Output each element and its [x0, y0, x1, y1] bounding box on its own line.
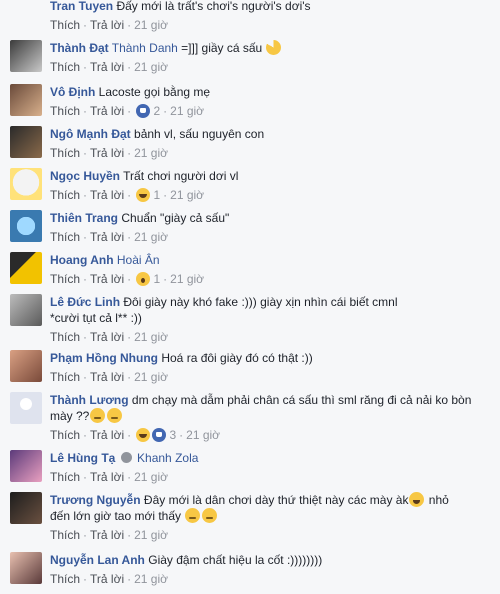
- avatar[interactable]: [10, 252, 42, 284]
- like-button[interactable]: Thích: [50, 146, 80, 160]
- wow-reaction-icon[interactable]: [136, 272, 151, 286]
- comment-author[interactable]: Ngô Mạnh Đạt: [50, 127, 131, 141]
- avatar[interactable]: [10, 294, 42, 326]
- avatar[interactable]: [10, 168, 42, 200]
- mention-tag[interactable]: Hoài Ân: [117, 253, 160, 267]
- like-button[interactable]: Thích: [50, 428, 80, 442]
- like-button[interactable]: Thích: [50, 528, 80, 542]
- comment-time[interactable]: 21 giờ: [134, 330, 168, 344]
- reaction-count[interactable]: 1: [153, 188, 160, 202]
- thinking-emoji-icon: [90, 408, 106, 423]
- like-reaction-icon[interactable]: [152, 428, 167, 442]
- avatar[interactable]: [10, 552, 42, 584]
- comment-time[interactable]: 21 giờ: [134, 370, 168, 384]
- like-button[interactable]: Thích: [50, 370, 80, 384]
- comment-text-continued: *cười tụt cả l** :)): [50, 311, 142, 325]
- comment-text: Đôi giày này khó fake :))) giày xịn nhìn…: [123, 295, 398, 309]
- comment-author[interactable]: Thành Đạt: [50, 41, 109, 55]
- avatar[interactable]: [10, 350, 42, 382]
- comment-time[interactable]: 21 giờ: [134, 528, 168, 542]
- comment-text: Đấy mới là trất's chơi's người's dơi's: [116, 0, 311, 13]
- comment-author[interactable]: Vô Định: [50, 85, 95, 99]
- comment-author[interactable]: Hoang Anh: [50, 253, 114, 267]
- haha-reaction-icon[interactable]: [136, 428, 151, 442]
- reply-button[interactable]: Trả lời: [90, 470, 124, 484]
- reply-button[interactable]: Trả lời: [90, 60, 124, 74]
- like-button[interactable]: Thích: [50, 104, 80, 118]
- reply-button[interactable]: Trả lời: [90, 230, 124, 244]
- comment-text: Trất chơi người dơi vl: [123, 169, 239, 183]
- comment-author[interactable]: Thiên Trang: [50, 211, 118, 225]
- comment-text: dm chạy mà dẫm phải chân cá sấu thì sml …: [131, 393, 472, 407]
- avatar[interactable]: [10, 126, 42, 158]
- avatar[interactable]: [10, 210, 42, 242]
- comment-text: bảnh vl, sấu nguyên con: [134, 127, 265, 141]
- reaction-count[interactable]: 1: [153, 272, 160, 286]
- avatar[interactable]: [10, 392, 42, 424]
- comment-author[interactable]: Lê Hùng Tạ: [50, 451, 115, 465]
- comment-author[interactable]: Thành Lương: [50, 393, 129, 407]
- avatar[interactable]: [10, 492, 42, 524]
- haha-reaction-icon[interactable]: [136, 188, 151, 202]
- reply-button[interactable]: Trả lời: [90, 146, 124, 160]
- tag-icon: [120, 452, 132, 463]
- like-button[interactable]: Thích: [50, 18, 80, 32]
- comment-time[interactable]: 21 giờ: [134, 470, 168, 484]
- like-button[interactable]: Thích: [50, 572, 80, 586]
- comment-text: Hoá ra đôi giày đó có thật :)): [161, 351, 313, 365]
- reaction-count[interactable]: 2: [153, 104, 160, 118]
- like-button[interactable]: Thích: [50, 272, 80, 286]
- grin-emoji-icon: [409, 492, 425, 507]
- comment-time[interactable]: 21 giờ: [134, 146, 168, 160]
- reply-button[interactable]: Trả lời: [90, 272, 124, 286]
- comment-text: Chuẩn "giày cả sấu": [121, 211, 230, 225]
- comment-time[interactable]: 21 giờ: [170, 104, 204, 118]
- like-button[interactable]: Thích: [50, 470, 80, 484]
- reply-button[interactable]: Trả lời: [90, 428, 124, 442]
- comment-author[interactable]: Trương Nguyễn: [50, 493, 141, 507]
- reply-button[interactable]: Trả lời: [90, 572, 124, 586]
- mention-tag[interactable]: Thành Danh: [112, 41, 178, 55]
- comment-author[interactable]: Phạm Hồng Nhung: [50, 351, 158, 365]
- like-button[interactable]: Thích: [50, 230, 80, 244]
- comment-text: Lacoste gọi bằng mẹ: [98, 85, 211, 99]
- comment-author[interactable]: Lê Đức Linh: [50, 295, 120, 309]
- avatar[interactable]: [10, 450, 42, 482]
- comment-time[interactable]: 21 giờ: [170, 272, 204, 286]
- comment-time[interactable]: 21 giờ: [134, 572, 168, 586]
- reply-button[interactable]: Trả lời: [90, 104, 124, 118]
- comment-list: Tran Tuyen Đấy mới là trất's chơi's ngườ…: [0, 0, 500, 594]
- comment-text: Giày đậm chất hiệu la cốt :)))))))): [148, 553, 323, 567]
- like-button[interactable]: Thích: [50, 188, 80, 202]
- comment-text: Đây mới là dân chơi dày thứ thiệt này cá…: [143, 493, 409, 507]
- comment-time[interactable]: 21 giờ: [134, 60, 168, 74]
- reply-button[interactable]: Trả lời: [90, 18, 124, 32]
- comment-text-continued: mày ??: [50, 409, 90, 423]
- comment-text: =]]] giầy cá sấu: [177, 41, 263, 55]
- confused-emoji-icon: [185, 508, 201, 523]
- comment-text: nhỏ: [425, 493, 449, 507]
- reaction-count[interactable]: 3: [169, 428, 176, 442]
- avatar[interactable]: [10, 84, 42, 116]
- mention-tag[interactable]: Khanh Zola: [137, 451, 198, 465]
- reply-button[interactable]: Trả lời: [90, 370, 124, 384]
- avatar[interactable]: [10, 40, 42, 72]
- like-button[interactable]: Thích: [50, 330, 80, 344]
- comment-author[interactable]: Nguyễn Lan Anh: [50, 553, 145, 567]
- pacman-emoji-icon: [265, 40, 281, 55]
- comment-author[interactable]: Ngọc Huyền: [50, 169, 120, 183]
- like-button[interactable]: Thích: [50, 60, 80, 74]
- confused-emoji-icon: [202, 508, 218, 523]
- like-reaction-icon[interactable]: [136, 104, 151, 118]
- reply-button[interactable]: Trả lời: [90, 188, 124, 202]
- comment-time[interactable]: 21 giờ: [134, 230, 168, 244]
- comment-time[interactable]: 21 giờ: [134, 18, 168, 32]
- reply-button[interactable]: Trả lời: [90, 528, 124, 542]
- thinking-emoji-icon: [107, 408, 123, 423]
- comment-time[interactable]: 21 giờ: [186, 428, 220, 442]
- comment-time[interactable]: 21 giờ: [170, 188, 204, 202]
- comment-author[interactable]: Tran Tuyen: [50, 0, 113, 13]
- comment-text-continued: đến lớn giờ tao mới thấy: [50, 509, 182, 523]
- reply-button[interactable]: Trả lời: [90, 330, 124, 344]
